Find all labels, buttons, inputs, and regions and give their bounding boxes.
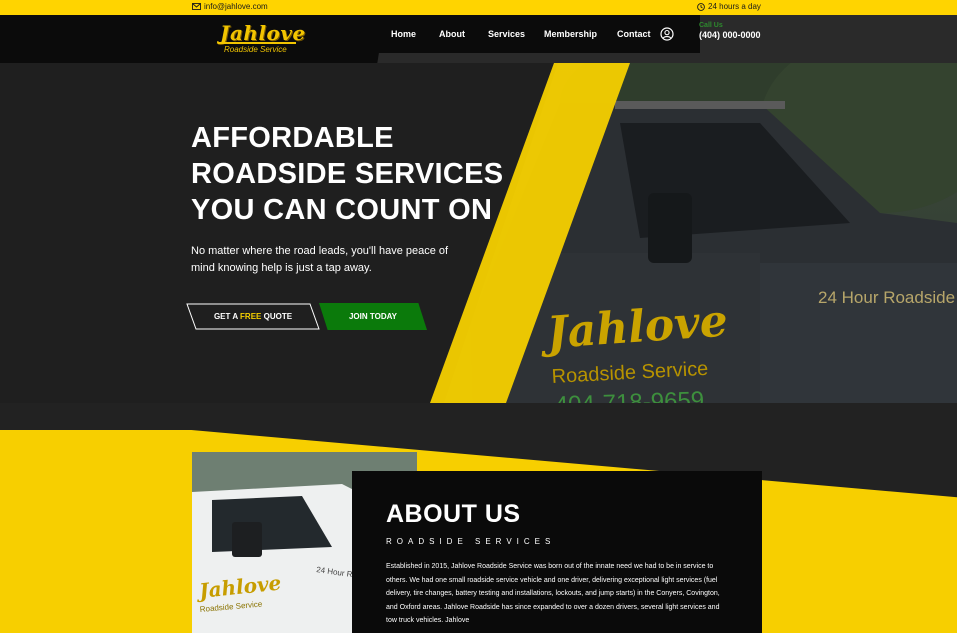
- nav-dark-panel: [0, 15, 385, 63]
- about-body: Established in 2015, Jahlove Roadside Se…: [386, 563, 720, 624]
- call-label: Call Us: [699, 22, 723, 29]
- hero-headline: AFFORDABLE ROADSIDE SERVICES YOU CAN COU…: [191, 120, 503, 228]
- get-free-quote-button[interactable]: GET A FREE QUOTE: [186, 303, 320, 330]
- about-title: ABOUT US: [386, 500, 521, 528]
- nav-membership[interactable]: Membership: [544, 29, 597, 39]
- quote-label-free: FREE: [240, 312, 262, 321]
- quote-label: GET A FREE QUOTE: [214, 312, 292, 321]
- hero-section: Jahlove Roadside Service 404-718-9659 24…: [0, 63, 957, 403]
- mail-icon: [192, 3, 201, 10]
- hero-headline-line2: ROADSIDE SERVICES: [191, 158, 504, 190]
- hours-text: 24 hours a day: [708, 2, 761, 11]
- hero-headline-line1: AFFORDABLE: [191, 122, 394, 154]
- quote-label-post: QUOTE: [261, 312, 293, 321]
- nav-about[interactable]: About: [439, 29, 465, 39]
- nav-phone[interactable]: Call Us (404) 000-0000: [699, 22, 761, 40]
- site-logo[interactable]: Jahlove Roadside Service: [218, 21, 305, 55]
- hero-headline-line3: YOU CAN COUNT ON: [191, 194, 493, 226]
- about-subtitle: ROADSIDE SERVICES: [386, 537, 556, 546]
- user-circle-icon[interactable]: [660, 27, 674, 46]
- nav-home[interactable]: Home: [391, 29, 416, 39]
- truck-side-text: 24 Hour Roadside: [818, 288, 955, 307]
- top-email[interactable]: info@jahlove.com: [192, 2, 268, 11]
- clock-icon: [697, 2, 705, 11]
- quote-label-pre: GET A: [213, 312, 241, 321]
- page: info@jahlove.com 24 hours a day Jahlove …: [0, 0, 957, 633]
- nav-services[interactable]: Services: [488, 29, 525, 39]
- top-bar: info@jahlove.com 24 hours a day: [0, 0, 957, 15]
- logo-tagline: Roadside Service: [224, 45, 287, 54]
- main-nav: Jahlove Roadside Service Home About Serv…: [0, 15, 957, 63]
- join-today-button[interactable]: JOIN TODAY: [319, 303, 427, 330]
- hero-subtitle: No matter where the road leads, you'll h…: [191, 245, 449, 274]
- phone-number: (404) 000-0000: [699, 30, 761, 40]
- top-hours: 24 hours a day: [697, 2, 761, 11]
- email-text: info@jahlove.com: [204, 2, 268, 11]
- nav-contact[interactable]: Contact: [617, 29, 651, 39]
- logo-underline: [218, 42, 296, 44]
